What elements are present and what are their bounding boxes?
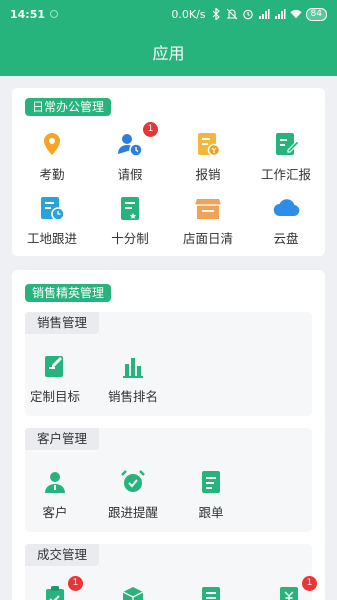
menu-item-order-follow[interactable]: 跟单: [172, 468, 250, 521]
box-icon: [119, 584, 147, 600]
storefront-icon: [194, 194, 222, 222]
deal-subsection: 成交管理 1 1: [25, 544, 317, 600]
customer-subsection: 客户管理 客户 跟进提醒 跟单: [25, 428, 312, 532]
menu-item-label: 考勤: [39, 167, 65, 182]
menu-item-reimbursement[interactable]: 报销: [169, 130, 247, 183]
report-edit-icon: [272, 130, 300, 158]
menu-item-deal-1[interactable]: 1: [16, 576, 94, 600]
alarm-clock-icon: [119, 468, 147, 496]
site-followup-icon: [38, 194, 66, 222]
subsection-title: 成交管理: [25, 544, 100, 566]
bluetooth-icon: [210, 8, 222, 20]
menu-item-label: 云盘: [273, 231, 299, 246]
menu-item-leave[interactable]: 1 请假: [91, 122, 169, 183]
menu-item-label: 工作汇报: [260, 167, 311, 182]
status-right: 0.0K/s 84: [171, 7, 327, 21]
menu-item-label: 店面日清: [182, 231, 233, 246]
signal-icon-1: [258, 8, 270, 20]
menu-item-customer[interactable]: 客户: [16, 468, 94, 521]
menu-item-label: 报销: [195, 167, 221, 182]
ten-point-doc-icon: [116, 194, 144, 222]
clipboard-icon: 1: [41, 576, 83, 600]
notification-badge: 1: [302, 576, 317, 591]
network-speed: 0.0K/s: [171, 7, 206, 21]
menu-item-ten-point[interactable]: 十分制: [91, 194, 169, 247]
menu-item-attendance[interactable]: 考勤: [13, 130, 91, 183]
menu-item-work-report[interactable]: 工作汇报: [247, 130, 325, 183]
menu-item-label: 销售排名: [107, 389, 158, 404]
menu-item-site-followup[interactable]: 工地跟进: [13, 194, 91, 247]
signal-icon-2: [274, 8, 286, 20]
sales-management-card: 销售精英管理 销售管理 定制目标 销售排名 客户管理 客户 跟进提醒 跟单 成交…: [12, 270, 325, 600]
notification-badge: 1: [143, 122, 158, 137]
menu-item-deal-2[interactable]: [94, 584, 172, 600]
battery-level: 84: [305, 7, 327, 21]
order-doc-icon: [197, 468, 225, 496]
menu-item-label: 定制目标: [29, 389, 80, 404]
status-bar: 14:51 0.0K/s 84: [0, 0, 337, 28]
menu-item-label: 请假: [117, 167, 143, 182]
user-clock-icon: 1: [116, 122, 158, 158]
menu-item-cloud-disk[interactable]: 云盘: [247, 194, 325, 247]
menu-item-label: 跟单: [198, 505, 224, 520]
customer-icon: [41, 468, 69, 496]
menu-item-label: 工地跟进: [26, 231, 77, 246]
wifi-icon: [289, 8, 302, 20]
yuan-doc-icon: 1: [275, 576, 317, 600]
subsection-title: 销售管理: [25, 312, 100, 334]
app-header: 应用: [0, 28, 337, 76]
expense-receipt-icon: [194, 130, 222, 158]
mute-icon: [226, 8, 238, 20]
menu-item-label: 十分制: [111, 231, 149, 246]
menu-item-followup-reminder[interactable]: 跟进提醒: [94, 468, 172, 521]
notification-badge: 1: [68, 576, 83, 591]
page-title: 应用: [152, 44, 185, 63]
sales-subsection: 销售管理 定制目标 销售排名: [25, 312, 312, 416]
menu-item-store-daily[interactable]: 店面日清: [169, 194, 247, 247]
office-section-tag: 日常办公管理: [25, 98, 112, 116]
subsection-title: 客户管理: [25, 428, 100, 450]
sales-section-tag: 销售精英管理: [25, 284, 112, 302]
menu-item-label: 跟进提醒: [107, 505, 158, 520]
status-time: 14:51: [10, 7, 46, 21]
alarm-icon: [242, 8, 254, 20]
menu-item-sales-ranking[interactable]: 销售排名: [94, 352, 172, 405]
menu-item-deal-3[interactable]: [172, 584, 250, 600]
target-edit-icon: [41, 352, 69, 380]
location-pin-icon: [38, 130, 66, 158]
menu-item-set-target[interactable]: 定制目标: [16, 352, 94, 405]
office-management-card: 日常办公管理 考勤 1 请假 报销 工作汇报 工地跟进 十分制 店面日清 云盘: [12, 88, 325, 256]
cloud-icon: [272, 194, 300, 222]
ranking-bar-icon: [119, 352, 147, 380]
sync-indicator-icon: [50, 10, 59, 18]
menu-item-label: 客户: [42, 505, 68, 520]
list-doc-icon: [197, 584, 225, 600]
menu-item-deal-4[interactable]: 1: [250, 576, 328, 600]
